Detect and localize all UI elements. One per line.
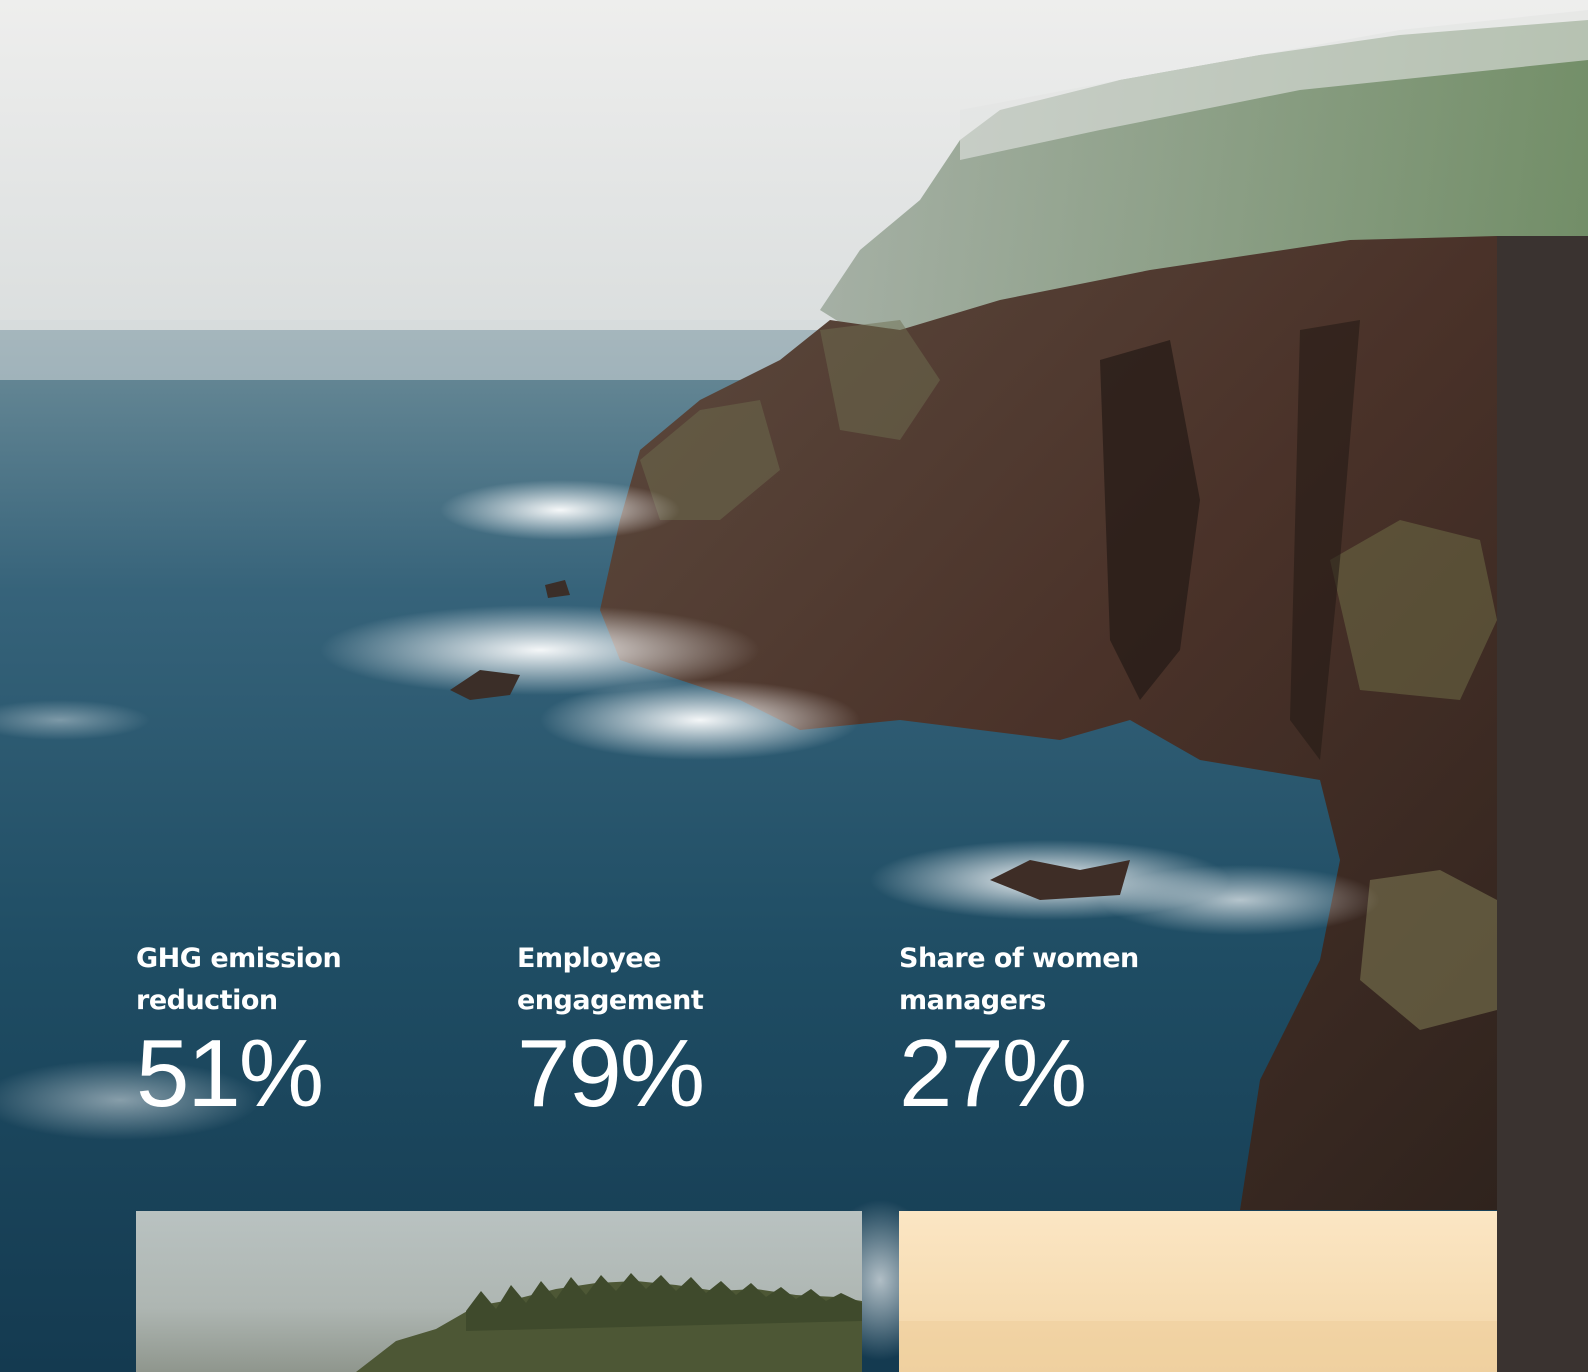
- side-panel: [1497, 236, 1588, 1372]
- stat-value: 27%: [899, 1020, 1087, 1127]
- stat-label: GHG emission reduction: [136, 943, 342, 1016]
- forest-island-card[interactable]: [136, 1211, 862, 1372]
- stat-employee-engagement: Employee engagement 79%: [517, 938, 857, 1122]
- stat-value: 51%: [136, 1020, 324, 1127]
- forest-island-image: [356, 1273, 862, 1372]
- stat-label: Employee engagement: [517, 943, 704, 1016]
- page: GHG emission reduction 51% Employee enga…: [0, 0, 1588, 1372]
- stat-value: 79%: [517, 1020, 705, 1127]
- stat-ghg-emission: GHG emission reduction 51%: [136, 938, 476, 1122]
- stat-label: Share of women managers: [899, 943, 1139, 1016]
- sunset-card[interactable]: [899, 1211, 1497, 1372]
- stats-row: GHG emission reduction 51% Employee enga…: [0, 938, 1497, 1138]
- sunset-image: [899, 1321, 1497, 1372]
- stat-women-managers: Share of women managers 27%: [899, 938, 1239, 1122]
- hero-cliff-image: [0, 0, 1588, 1372]
